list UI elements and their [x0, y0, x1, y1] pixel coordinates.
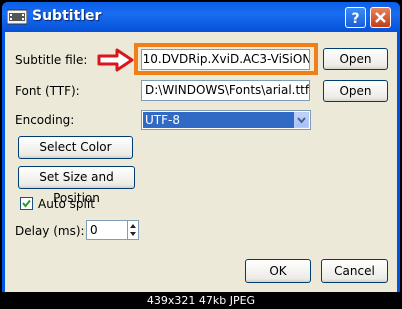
svg-text:?: ? — [351, 11, 359, 25]
select-color-button[interactable]: Select Color — [18, 136, 133, 159]
spin-arrows-icon — [130, 224, 136, 236]
help-icon: ? — [351, 11, 359, 25]
close-icon — [375, 12, 386, 23]
font-open-button[interactable]: Open — [323, 80, 388, 102]
font-file-field[interactable]: D:\WINDOWS\Fonts\arial.ttf — [141, 80, 310, 101]
subtitle-open-button[interactable]: Open — [323, 48, 388, 70]
delay-label: Delay (ms): — [15, 224, 85, 238]
font-label: Font (TTF): — [15, 84, 80, 98]
encoding-label: Encoding: — [15, 113, 75, 127]
encoding-select[interactable]: UTF-8 — [141, 110, 311, 130]
set-size-position-button[interactable]: Set Size and Position — [18, 166, 135, 205]
subtitle-file-label: Subtitle file: — [15, 53, 88, 67]
help-button[interactable]: ? — [345, 7, 366, 28]
close-button[interactable] — [370, 7, 391, 28]
subtitle-file-field[interactable]: 010.DVDRip.XviD.AC3-ViSiON.avi — [141, 49, 310, 70]
auto-split-label[interactable]: Auto split — [38, 197, 95, 211]
delay-input[interactable]: 0 — [86, 220, 139, 240]
dropdown-arrow[interactable] — [294, 112, 309, 128]
window-title: Subtitler — [32, 8, 102, 24]
encoding-selected-value: UTF-8 — [143, 112, 295, 128]
red-arrow-icon — [97, 48, 134, 72]
subtitler-dialog: Subtitler ? Subtitle file: 010.DVDRip.Xv… — [2, 2, 400, 292]
title-bar[interactable]: Subtitler ? — [2, 2, 400, 32]
image-info-bar: 439x321 47kb JPEG — [0, 292, 402, 309]
dialog-body: Subtitle file: 010.DVDRip.XviD.AC3-ViSiO… — [5, 32, 397, 292]
cancel-button[interactable]: Cancel — [321, 259, 388, 283]
auto-split-checkbox[interactable] — [20, 197, 33, 210]
subtitler-app-icon — [7, 9, 27, 25]
checkmark-icon — [22, 199, 31, 208]
ok-button[interactable]: OK — [245, 259, 311, 283]
chevron-down-icon — [297, 117, 306, 124]
delay-value: 0 — [90, 223, 98, 237]
delay-spinner[interactable] — [127, 221, 138, 239]
